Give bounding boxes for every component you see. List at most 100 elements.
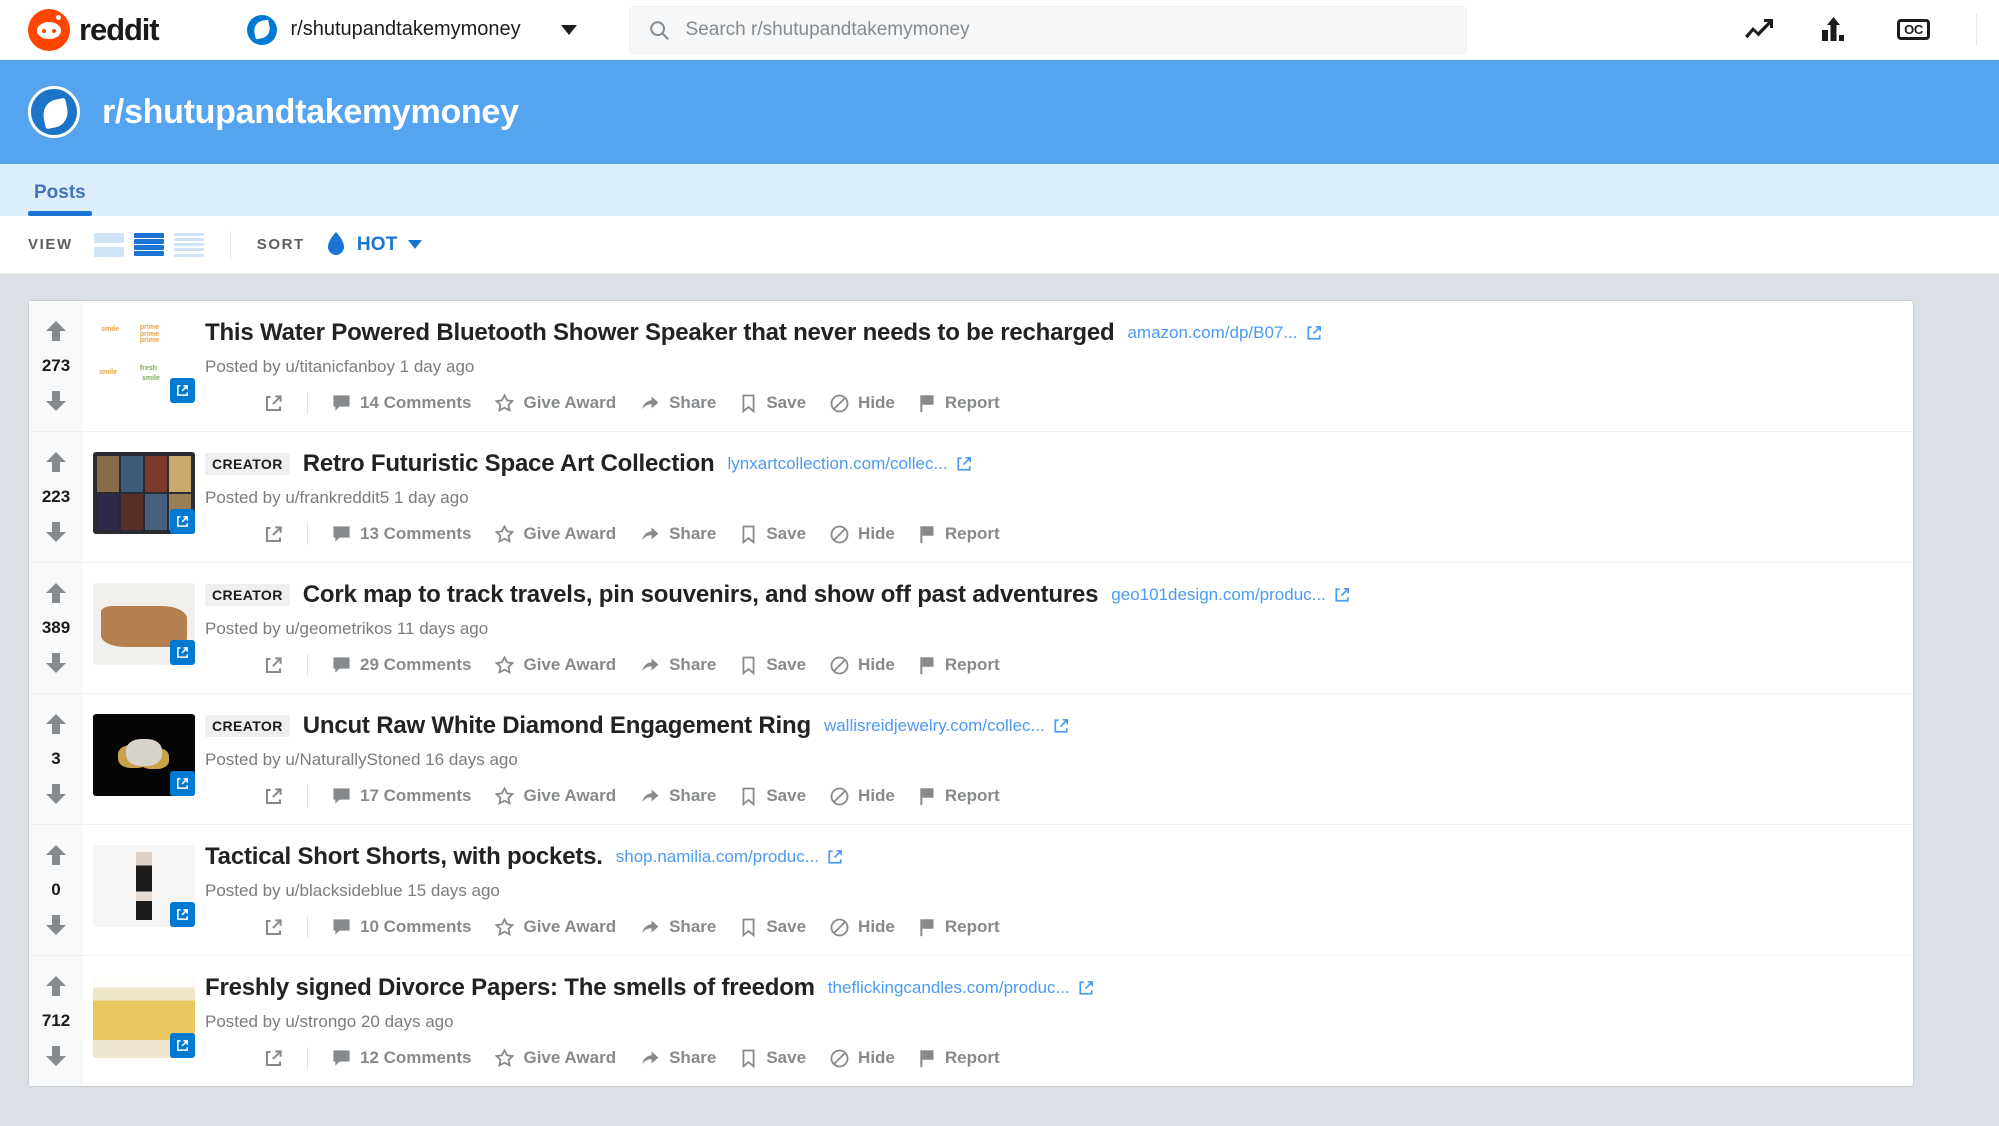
report-action[interactable]: Report bbox=[907, 1044, 1012, 1072]
open-external-action[interactable] bbox=[252, 390, 295, 417]
search-bar[interactable] bbox=[628, 5, 1467, 54]
vote-score: 223 bbox=[41, 487, 71, 506]
reddit-home-link[interactable]: reddit bbox=[28, 8, 160, 51]
post-domain-link[interactable]: theflickingcandles.com/produc... bbox=[828, 978, 1094, 998]
post-title-link[interactable]: Freshly signed Divorce Papers: The smell… bbox=[205, 974, 815, 1002]
share-action[interactable]: Share bbox=[628, 782, 728, 810]
report-action[interactable]: Report bbox=[907, 520, 1012, 548]
upvote-button[interactable] bbox=[45, 581, 67, 605]
post-domain-link[interactable]: shop.namilia.com/produc... bbox=[616, 847, 843, 867]
post-row[interactable]: 3 CREATOR Uncut Raw White Diamond Engage… bbox=[29, 694, 1913, 825]
share-action[interactable]: Share bbox=[628, 1044, 728, 1072]
post-title-link[interactable]: Retro Futuristic Space Art Collection bbox=[303, 450, 715, 478]
card-view-icon[interactable] bbox=[93, 232, 124, 257]
downvote-button[interactable] bbox=[45, 782, 67, 806]
save-action[interactable]: Save bbox=[728, 520, 818, 548]
save-action[interactable]: Save bbox=[728, 913, 818, 941]
post-title-link[interactable]: This Water Powered Bluetooth Shower Spea… bbox=[205, 319, 1115, 347]
post-thumbnail[interactable] bbox=[93, 845, 195, 927]
downvote-button[interactable] bbox=[45, 913, 67, 937]
open-external-action[interactable] bbox=[252, 914, 295, 941]
report-label: Report bbox=[944, 655, 1000, 674]
upvote-button[interactable] bbox=[45, 450, 67, 474]
search-input[interactable] bbox=[685, 18, 1448, 41]
post-row[interactable]: 0 Tactical Short Shorts, with pockets. s… bbox=[29, 825, 1913, 956]
upvote-button[interactable] bbox=[45, 319, 67, 343]
report-label: Report bbox=[944, 917, 1000, 936]
open-external-action[interactable] bbox=[252, 521, 295, 548]
report-action[interactable]: Report bbox=[907, 913, 1012, 941]
downvote-button[interactable] bbox=[45, 389, 67, 413]
sort-dropdown[interactable]: HOT bbox=[325, 231, 422, 258]
comments-action[interactable]: 13 Comments bbox=[320, 520, 483, 548]
trending-icon[interactable] bbox=[1743, 17, 1775, 43]
post-domain-link[interactable]: amazon.com/dp/B07... bbox=[1127, 323, 1321, 343]
classic-view-icon[interactable] bbox=[133, 232, 164, 257]
comments-action[interactable]: 12 Comments bbox=[320, 1044, 483, 1072]
give-award-action[interactable]: Give Award bbox=[483, 913, 628, 941]
downvote-button[interactable] bbox=[45, 520, 67, 544]
post-content: CREATOR Retro Futuristic Space Art Colle… bbox=[195, 432, 1913, 562]
upvote-button[interactable] bbox=[45, 843, 67, 867]
post-row[interactable]: 712 Freshly signed Divorce Papers: The s… bbox=[29, 956, 1913, 1086]
post-thumbnail[interactable] bbox=[93, 976, 195, 1058]
post-title-row: CREATOR Retro Futuristic Space Art Colle… bbox=[205, 450, 1899, 478]
share-action[interactable]: Share bbox=[628, 651, 728, 679]
top-posts-icon[interactable] bbox=[1821, 16, 1851, 43]
comments-action[interactable]: 17 Comments bbox=[320, 782, 483, 810]
downvote-button[interactable] bbox=[45, 1044, 67, 1068]
post-thumbnail[interactable]: smile prime prime prime smile fresh smile bbox=[93, 321, 195, 403]
save-action[interactable]: Save bbox=[728, 389, 818, 417]
open-external-action[interactable] bbox=[252, 652, 295, 679]
post-domain-link[interactable]: geo101design.com/produc... bbox=[1111, 585, 1350, 605]
report-action[interactable]: Report bbox=[907, 389, 1012, 417]
post-row[interactable]: 223 CREATOR Retro Futuristic Space Art C… bbox=[29, 432, 1913, 563]
give-award-action[interactable]: Give Award bbox=[483, 520, 628, 548]
subreddit-avatar-icon[interactable] bbox=[28, 86, 80, 138]
upvote-button[interactable] bbox=[45, 974, 67, 998]
hide-action[interactable]: Hide bbox=[818, 913, 907, 941]
post-domain-link[interactable]: lynxartcollection.com/collec... bbox=[728, 454, 972, 474]
comments-action[interactable]: 14 Comments bbox=[320, 389, 483, 417]
post-thumbnail[interactable] bbox=[93, 583, 195, 665]
post-title-link[interactable]: Cork map to track travels, pin souvenirs… bbox=[303, 581, 1099, 609]
hide-action[interactable]: Hide bbox=[818, 389, 907, 417]
give-award-action[interactable]: Give Award bbox=[483, 651, 628, 679]
post-row[interactable]: 389 CREATOR Cork map to track travels, p… bbox=[29, 563, 1913, 694]
give-award-action[interactable]: Give Award bbox=[483, 1044, 628, 1072]
give-award-action[interactable]: Give Award bbox=[483, 389, 628, 417]
hide-action[interactable]: Hide bbox=[818, 651, 907, 679]
upvote-button[interactable] bbox=[45, 712, 67, 736]
post-title-link[interactable]: Tactical Short Shorts, with pockets. bbox=[205, 843, 603, 871]
open-external-action[interactable] bbox=[252, 1045, 295, 1072]
community-switcher-dropdown[interactable]: r/shutupandtakemymoney bbox=[246, 14, 587, 45]
give-award-action[interactable]: Give Award bbox=[483, 782, 628, 810]
tab-posts[interactable]: Posts bbox=[28, 182, 92, 216]
post-thumbnail[interactable] bbox=[93, 452, 195, 534]
external-link-icon bbox=[265, 394, 282, 411]
compact-view-icon[interactable] bbox=[173, 232, 204, 257]
open-external-action[interactable] bbox=[252, 783, 295, 810]
share-action[interactable]: Share bbox=[628, 520, 728, 548]
share-label: Share bbox=[669, 393, 717, 412]
comments-action[interactable]: 10 Comments bbox=[320, 913, 483, 941]
post-thumbnail[interactable] bbox=[93, 714, 195, 796]
hide-action[interactable]: Hide bbox=[818, 520, 907, 548]
save-action[interactable]: Save bbox=[728, 782, 818, 810]
downvote-button[interactable] bbox=[45, 651, 67, 675]
post-feed: 273 smile prime prime prime smile fresh smile … bbox=[0, 274, 1999, 1126]
post-domain-link[interactable]: wallisreidjewelry.com/collec... bbox=[824, 716, 1069, 736]
post-row[interactable]: 273 smile prime prime prime smile fresh smile … bbox=[29, 301, 1913, 432]
report-action[interactable]: Report bbox=[907, 782, 1012, 810]
share-action[interactable]: Share bbox=[628, 389, 728, 417]
report-action[interactable]: Report bbox=[907, 651, 1012, 679]
hide-action[interactable]: Hide bbox=[818, 782, 907, 810]
comments-action[interactable]: 29 Comments bbox=[320, 651, 483, 679]
save-action[interactable]: Save bbox=[728, 1044, 818, 1072]
original-content-icon[interactable]: OC bbox=[1897, 18, 1930, 41]
post-title-link[interactable]: Uncut Raw White Diamond Engagement Ring bbox=[303, 712, 811, 740]
toolbar-divider bbox=[229, 230, 231, 259]
save-action[interactable]: Save bbox=[728, 651, 818, 679]
hide-action[interactable]: Hide bbox=[818, 1044, 907, 1072]
share-action[interactable]: Share bbox=[628, 913, 728, 941]
